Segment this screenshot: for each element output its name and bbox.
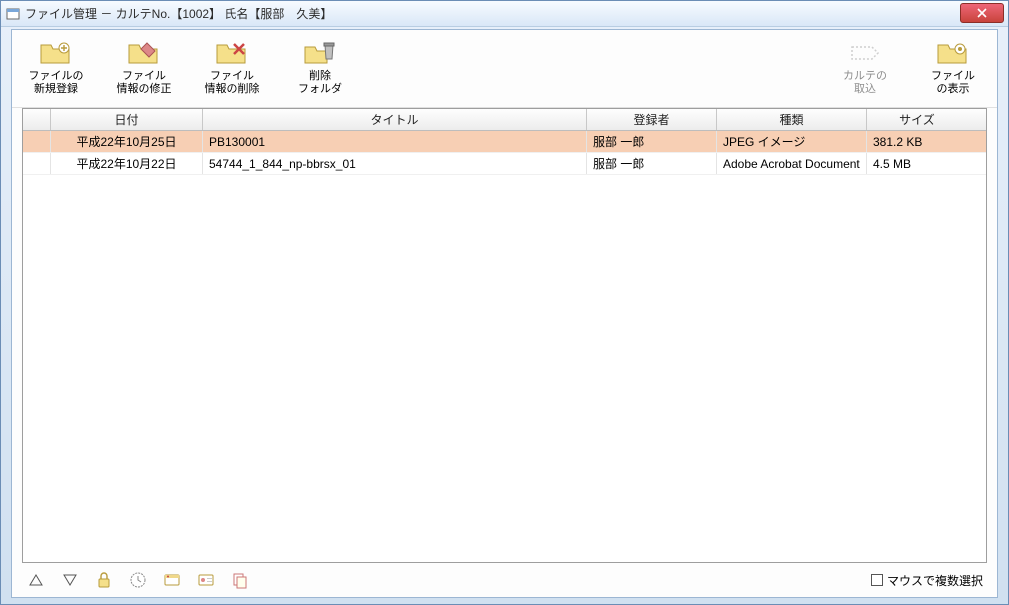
cell-col-date: 平成22年10月25日	[51, 131, 203, 152]
lock-icon	[95, 571, 113, 589]
table-row[interactable]: 平成22年10月22日54744_1_844_np-bbrsx_01服部 一郎A…	[23, 153, 986, 175]
triangle-down-icon	[62, 573, 78, 587]
col-date[interactable]: 日付	[51, 109, 203, 130]
folder-new-icon	[39, 38, 73, 68]
edit-info-label: ファイル 情報の修正	[117, 70, 172, 96]
new-file-label: ファイルの 新規登録	[29, 70, 84, 96]
delete-folder-button[interactable]: 削除 フォルダ	[290, 38, 350, 96]
card-person-icon	[197, 571, 215, 589]
table-header: 日付 タイトル 登録者 種類 サイズ	[23, 109, 986, 131]
card-icon	[163, 571, 181, 589]
client-area: ファイルの 新規登録 ファイル 情報の修正	[11, 29, 998, 598]
cell-col-type: JPEG イメージ	[717, 131, 867, 152]
toolbar: ファイルの 新規登録 ファイル 情報の修正	[12, 30, 997, 108]
move-up-button[interactable]	[26, 570, 46, 590]
checkbox-icon	[871, 574, 883, 586]
triangle-up-icon	[28, 573, 44, 587]
folder-edit-icon	[127, 38, 161, 68]
import-icon	[848, 38, 882, 68]
view-file-label: ファイル の表示	[931, 70, 975, 96]
cell-col-title: 54744_1_844_np-bbrsx_01	[203, 153, 587, 174]
close-icon	[977, 8, 987, 18]
copy-icon	[231, 571, 249, 589]
view-file-button[interactable]: ファイル の表示	[923, 38, 983, 96]
col-size[interactable]: サイズ	[867, 109, 967, 130]
cell-col-idx	[23, 153, 51, 174]
cell-col-reg: 服部 一郎	[587, 131, 717, 152]
cell-col-size: 4.5 MB	[867, 153, 967, 174]
window: ファイル管理 － カルテNo.【1002】 氏名【服部 久美】 ファイルの 新規…	[0, 0, 1009, 605]
delete-info-button[interactable]: ファイル 情報の削除	[202, 38, 262, 96]
edit-info-button[interactable]: ファイル 情報の修正	[114, 38, 174, 96]
cell-col-title: PB130001	[203, 131, 587, 152]
card-button-2[interactable]	[196, 570, 216, 590]
close-button[interactable]	[960, 3, 1004, 23]
import-karte-label: カルテの 取込	[843, 70, 887, 96]
delete-folder-label: 削除 フォルダ	[298, 70, 342, 96]
folder-delete-icon	[215, 38, 249, 68]
trash-folder-icon	[303, 38, 337, 68]
cell-col-type: Adobe Acrobat Document	[717, 153, 867, 174]
col-title[interactable]: タイトル	[203, 109, 587, 130]
cell-col-size: 381.2 KB	[867, 131, 967, 152]
time-lock-button[interactable]	[128, 570, 148, 590]
cell-col-idx	[23, 131, 51, 152]
table-body: 平成22年10月25日PB130001服部 一郎JPEG イメージ381.2 K…	[23, 131, 986, 562]
window-title: ファイル管理 － カルテNo.【1002】 氏名【服部 久美】	[25, 5, 332, 22]
delete-info-label: ファイル 情報の削除	[205, 70, 260, 96]
bottom-bar: マウスで複数選択	[12, 563, 997, 597]
multi-select-toggle[interactable]: マウスで複数選択	[871, 572, 983, 589]
app-icon	[5, 6, 21, 22]
titlebar: ファイル管理 － カルテNo.【1002】 氏名【服部 久美】	[1, 1, 1008, 27]
folder-view-icon	[936, 38, 970, 68]
lock-button[interactable]	[94, 570, 114, 590]
clock-lock-icon	[129, 571, 147, 589]
col-index[interactable]	[23, 109, 51, 130]
move-down-button[interactable]	[60, 570, 80, 590]
file-table: 日付 タイトル 登録者 種類 サイズ 平成22年10月25日PB130001服部…	[22, 108, 987, 563]
card-button-1[interactable]	[162, 570, 182, 590]
multi-select-label: マウスで複数選択	[887, 572, 983, 589]
col-registrant[interactable]: 登録者	[587, 109, 717, 130]
cell-col-reg: 服部 一郎	[587, 153, 717, 174]
cell-col-date: 平成22年10月22日	[51, 153, 203, 174]
import-karte-button: カルテの 取込	[835, 38, 895, 96]
new-file-button[interactable]: ファイルの 新規登録	[26, 38, 86, 96]
table-row[interactable]: 平成22年10月25日PB130001服部 一郎JPEG イメージ381.2 K…	[23, 131, 986, 153]
col-type[interactable]: 種類	[717, 109, 867, 130]
copy-button[interactable]	[230, 570, 250, 590]
